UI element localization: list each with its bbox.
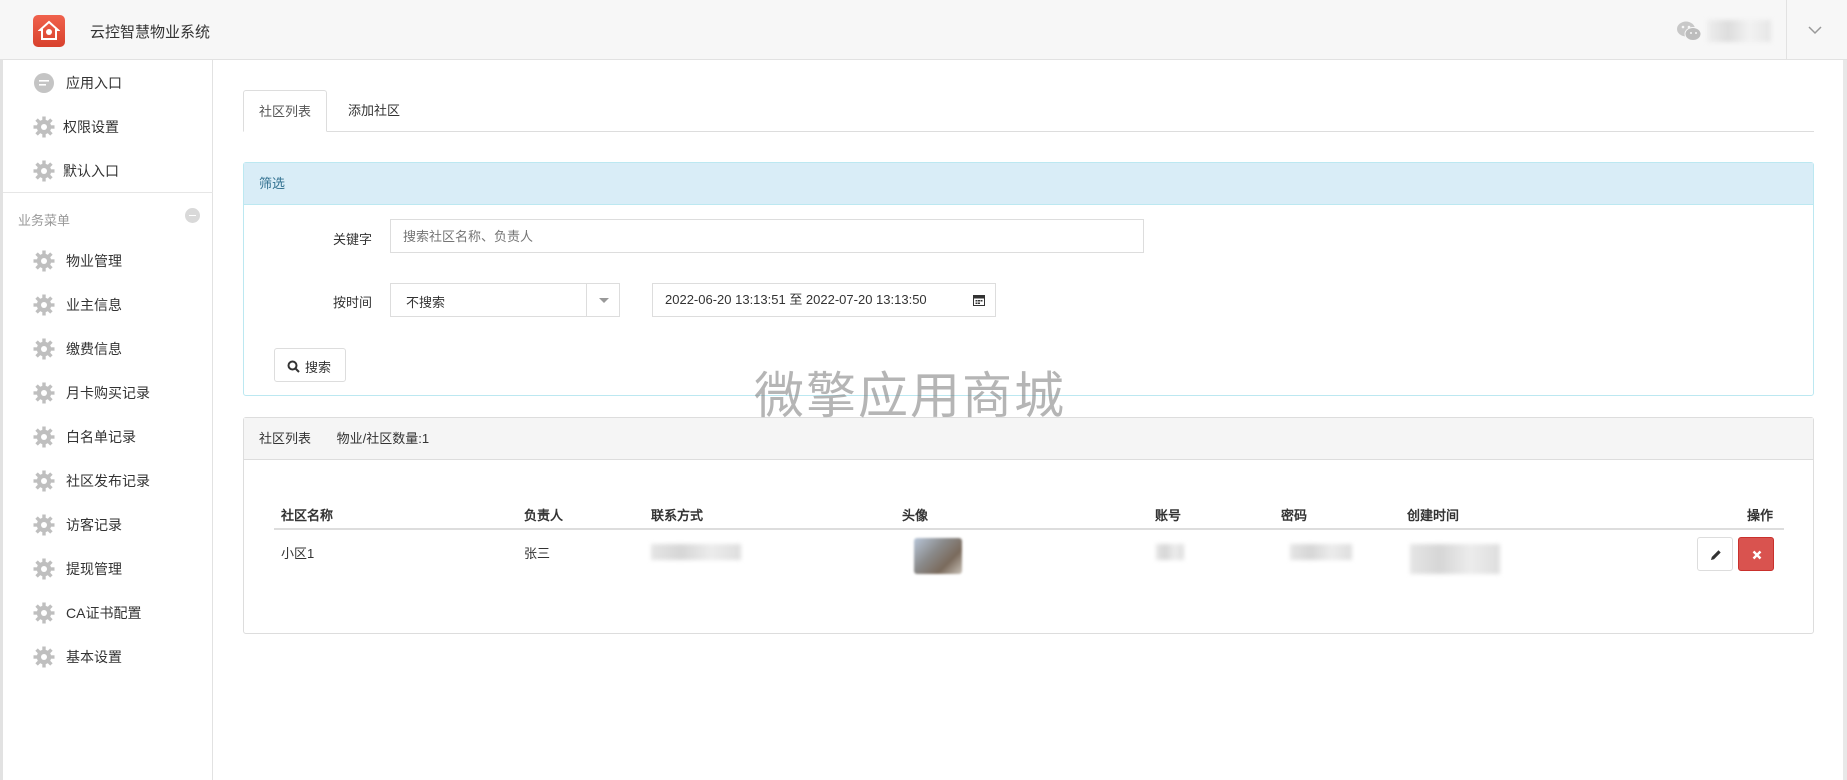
date-range-value: 2022-06-20 13:13:51 至 2022-07-20 13:13:5… <box>665 292 927 307</box>
close-icon <box>1752 550 1762 560</box>
sidebar-item-label: CA证书配置 <box>66 605 142 621</box>
divider <box>586 284 587 316</box>
filter-panel: 筛选 关键字 按时间 不搜索 2022-06-20 13:13:51 至 202… <box>243 162 1814 396</box>
sidebar-item-whitelist[interactable]: 白名单记录 <box>3 414 213 458</box>
gear-icon <box>33 558 55 580</box>
sidebar-item-label: 访客记录 <box>66 517 122 533</box>
chevron-down-icon[interactable] <box>1807 22 1823 38</box>
time-filter-select[interactable]: 不搜索 <box>390 283 620 317</box>
created-time-redacted <box>1410 544 1500 574</box>
avatar <box>914 538 962 574</box>
sidebar-item-withdrawals[interactable]: 提现管理 <box>3 546 213 590</box>
table-row: 小区1 张三 <box>274 530 1784 582</box>
sidebar-item-monthly-card[interactable]: 月卡购买记录 <box>3 370 213 414</box>
sidebar-item-payments[interactable]: 缴费信息 <box>3 326 213 370</box>
gear-icon <box>33 602 55 624</box>
calendar-icon <box>973 295 985 306</box>
gear-icon <box>33 426 55 448</box>
community-name-cell: 小区1 <box>281 546 315 561</box>
divider <box>1786 0 1787 60</box>
column-header: 账号 <box>1155 508 1182 523</box>
sidebar-item-community-posts[interactable]: 社区发布记录 <box>3 458 213 502</box>
sidebar-item-visitors[interactable]: 访客记录 <box>3 502 213 546</box>
gear-icon <box>33 514 55 536</box>
column-header: 负责人 <box>524 508 564 523</box>
column-header: 操作 <box>1747 508 1774 523</box>
tab-bar: 社区列表 添加社区 <box>243 90 1814 132</box>
date-range-picker[interactable]: 2022-06-20 13:13:51 至 2022-07-20 13:13:5… <box>652 283 996 317</box>
list-panel-title: 社区列表 <box>259 431 312 446</box>
delete-button[interactable] <box>1738 537 1774 571</box>
sidebar-item-property[interactable]: 物业管理 <box>3 238 213 282</box>
tab-community-list[interactable]: 社区列表 <box>243 90 328 132</box>
keyword-label: 关键字 <box>333 232 373 247</box>
sidebar-item-label: 社区发布记录 <box>66 473 150 489</box>
top-bar: 云控智慧物业系统 <box>0 0 1847 60</box>
gear-icon <box>33 294 55 316</box>
sidebar-item-label: 应用入口 <box>66 75 122 91</box>
manager-cell: 张三 <box>524 546 551 561</box>
community-list-panel: 社区列表 物业/社区数量:1 社区名称 负责人 联系方式 头像 账号 密码 创建… <box>243 417 1814 634</box>
pencil-icon <box>1711 550 1721 560</box>
sidebar-item-label: 白名单记录 <box>66 429 136 445</box>
keyword-search-input[interactable] <box>390 219 1144 253</box>
gear-icon <box>33 250 55 272</box>
chat-bubble-icon <box>34 73 54 93</box>
column-header: 头像 <box>902 508 929 523</box>
tab-add-community[interactable]: 添加社区 <box>333 90 415 132</box>
list-panel-header: 社区列表 物业/社区数量:1 <box>244 418 1813 460</box>
filter-panel-title: 筛选 <box>244 163 1813 205</box>
password-redacted <box>1290 544 1352 560</box>
column-header: 密码 <box>1281 508 1308 523</box>
sidebar-item-permissions[interactable]: 权限设置 <box>3 104 213 148</box>
account-redacted <box>1156 544 1184 560</box>
sidebar-item-default-entry[interactable]: 默认入口 <box>3 148 213 192</box>
table-header: 社区名称 负责人 联系方式 头像 账号 密码 创建时间 操作 <box>274 498 1784 530</box>
sidebar-item-label: 基本设置 <box>66 649 122 665</box>
sidebar-item-label: 提现管理 <box>66 561 122 577</box>
search-icon <box>287 360 300 373</box>
gear-icon <box>33 338 55 360</box>
sidebar-item-app-entry[interactable]: 应用入口 <box>3 60 213 104</box>
search-button-label: 搜索 <box>305 360 332 375</box>
sidebar-item-label: 缴费信息 <box>66 341 122 357</box>
time-filter-value: 不搜索 <box>406 295 446 310</box>
community-count: 物业/社区数量:1 <box>336 431 430 446</box>
collapse-toggle-icon[interactable] <box>185 208 200 223</box>
sidebar: 应用入口 权限设置 默认入口 业务菜单 物业管理 业主信息 缴费信息 月卡购买记… <box>0 60 213 780</box>
app-title: 云控智慧物业系统 <box>90 24 211 41</box>
sidebar-item-basic-settings[interactable]: 基本设置 <box>3 634 213 678</box>
gear-icon <box>33 116 55 138</box>
divider <box>3 192 213 193</box>
time-label: 按时间 <box>333 295 373 310</box>
sidebar-item-ca-cert[interactable]: CA证书配置 <box>3 590 213 634</box>
gear-icon <box>33 160 55 182</box>
gear-icon <box>33 646 55 668</box>
contact-redacted <box>651 544 741 560</box>
sidebar-item-label: 权限设置 <box>63 119 119 135</box>
column-header: 创建时间 <box>1407 508 1460 523</box>
gear-icon <box>33 382 55 404</box>
sidebar-item-label: 月卡购买记录 <box>66 385 150 401</box>
caret-down-icon <box>599 298 609 303</box>
sidebar-item-label: 物业管理 <box>66 253 122 269</box>
app-logo-icon[interactable] <box>33 15 65 47</box>
wechat-icon[interactable] <box>1676 20 1702 42</box>
sidebar-item-label: 默认入口 <box>63 163 119 179</box>
search-button[interactable]: 搜索 <box>274 348 346 382</box>
edit-button[interactable] <box>1697 537 1733 571</box>
sidebar-section-title: 业务菜单 <box>18 213 71 228</box>
gear-icon <box>33 470 55 492</box>
user-name-redacted[interactable] <box>1707 20 1771 42</box>
column-header: 社区名称 <box>281 508 334 523</box>
column-header: 联系方式 <box>651 508 704 523</box>
sidebar-item-owners[interactable]: 业主信息 <box>3 282 213 326</box>
scrollbar[interactable] <box>1843 60 1847 780</box>
sidebar-item-label: 业主信息 <box>66 297 122 313</box>
